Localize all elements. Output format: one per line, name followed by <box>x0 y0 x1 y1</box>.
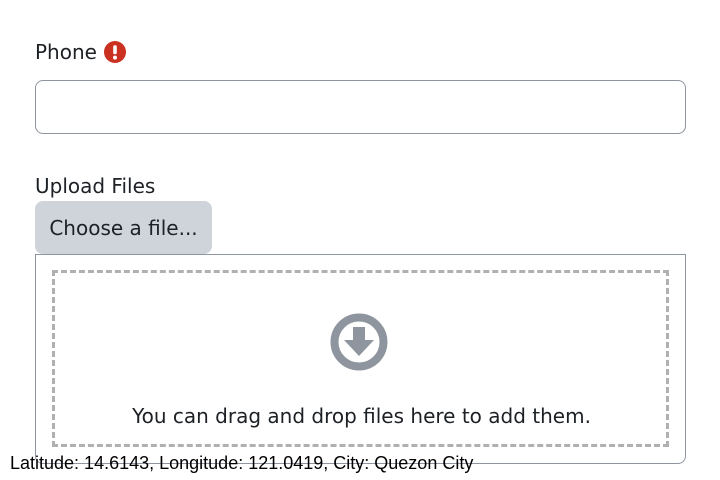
arrow-circle-down-icon <box>330 313 388 371</box>
choose-file-button[interactable]: Choose a file... <box>35 201 212 254</box>
exclamation-circle-icon <box>103 41 126 63</box>
phone-label-text: Phone <box>35 40 97 64</box>
phone-label: Phone <box>35 40 126 64</box>
phone-input[interactable] <box>35 80 686 134</box>
form-page: Phone Upload Files Choose a file... You … <box>0 0 720 480</box>
upload-files-label: Upload Files <box>35 174 156 198</box>
dropzone-instructions: You can drag and drop files here to add … <box>132 404 591 428</box>
file-picker-container: You can drag and drop files here to add … <box>35 254 686 464</box>
location-readout: Latitude: 14.6143, Longitude: 121.0419, … <box>10 453 474 473</box>
